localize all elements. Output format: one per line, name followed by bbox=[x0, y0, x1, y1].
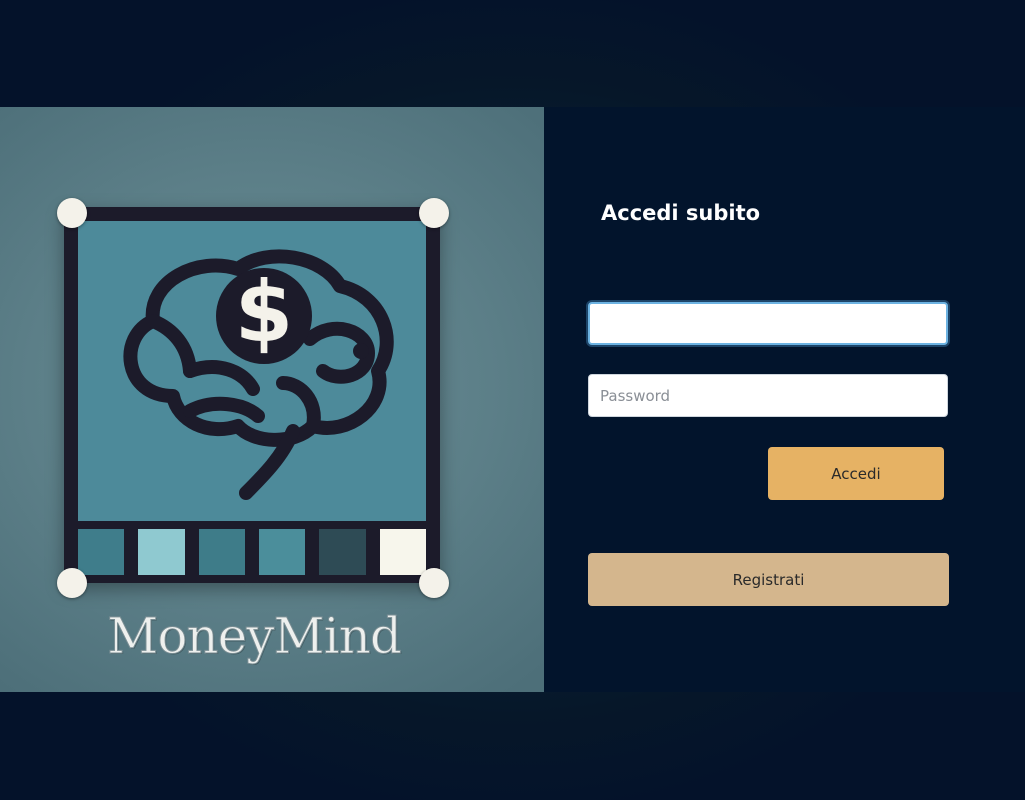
swatch bbox=[78, 529, 125, 575]
form-title: Accedi subito bbox=[601, 201, 761, 225]
username-field[interactable] bbox=[588, 302, 948, 345]
swatch bbox=[198, 529, 245, 575]
brain-dollar-icon: $ bbox=[123, 249, 394, 500]
swatch bbox=[379, 529, 426, 575]
color-swatches bbox=[78, 529, 426, 575]
corner-dot-icon bbox=[419, 568, 449, 598]
dollar-sign-icon: $ bbox=[235, 263, 293, 361]
login-form: Accedi subito Accedi Registrati bbox=[544, 107, 1025, 692]
swatch bbox=[258, 529, 306, 575]
logo-illustration: $ bbox=[78, 221, 426, 521]
login-panel: $ MoneyMind Accedi subito Accedi Registr… bbox=[0, 107, 1025, 692]
brand-pane: $ MoneyMind bbox=[0, 107, 544, 692]
swatch bbox=[138, 529, 185, 575]
login-button[interactable]: Accedi bbox=[768, 447, 944, 500]
corner-dot-icon bbox=[57, 568, 87, 598]
corner-dot-icon bbox=[419, 198, 449, 228]
register-button[interactable]: Registrati bbox=[588, 553, 949, 606]
swatch bbox=[319, 529, 366, 575]
logo: $ bbox=[64, 207, 440, 583]
brand-name: MoneyMind bbox=[107, 607, 403, 666]
corner-dot-icon bbox=[57, 198, 87, 228]
password-field[interactable] bbox=[588, 374, 948, 417]
